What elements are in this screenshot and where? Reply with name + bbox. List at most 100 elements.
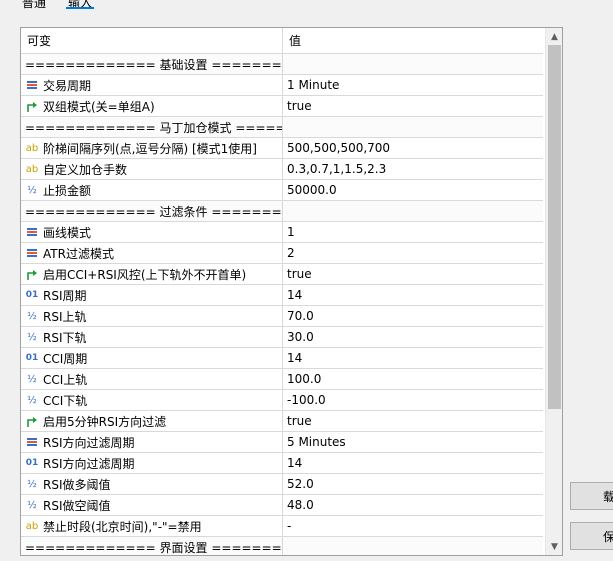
scroll-up-arrow-icon[interactable]: ▲ — [546, 28, 562, 45]
section-separator-row[interactable]: ============= 马丁加仓模式 =======... — [21, 117, 543, 138]
parameter-row[interactable]: ab 禁止时段(北京时间),"-"=禁用 - — [21, 516, 543, 537]
parameter-value-cell[interactable]: 14 — [282, 453, 543, 473]
parameter-name-cell[interactable]: ab 禁止时段(北京时间),"-"=禁用 — [21, 516, 282, 536]
parameter-value-cell[interactable]: true — [282, 96, 543, 116]
parameter-name: CCI周期 — [43, 351, 88, 366]
parameter-name-cell[interactable]: ============= 马丁加仓模式 =======... — [21, 117, 282, 137]
parameter-value-cell[interactable]: 52.0 — [282, 474, 543, 494]
parameter-row[interactable]: ATR过滤模式 2 — [21, 243, 543, 264]
parameter-row[interactable]: 双组模式(关=单组A) true — [21, 96, 543, 117]
parameter-name-cell[interactable]: ============= 界面设置 ==========... — [21, 537, 282, 555]
parameter-row[interactable]: 01 RSI周期 14 — [21, 285, 543, 306]
parameter-name-cell[interactable]: ½ RSI上轨 — [21, 306, 282, 326]
bool-arrow-icon — [25, 267, 39, 281]
parameter-name-cell[interactable]: ½ CCI下轨 — [21, 390, 282, 410]
tab-inputs[interactable]: 输入 — [68, 0, 92, 11]
parameter-value-cell[interactable]: 1 — [282, 222, 543, 242]
parameter-value-cell[interactable] — [282, 54, 543, 74]
half-icon: ½ — [27, 499, 37, 511]
parameter-value-cell[interactable]: 100.0 — [282, 369, 543, 389]
parameter-name: ============= 马丁加仓模式 =======... — [25, 120, 282, 135]
parameter-name: 阶梯间隔序列(点,逗号分隔) [模式1使用] — [43, 141, 257, 156]
parameter-value: true — [287, 414, 312, 428]
section-separator-row[interactable]: ============= 基础设置 ==========... — [21, 54, 543, 75]
half-icon: ½ — [27, 394, 37, 406]
parameter-value-cell[interactable] — [282, 117, 543, 137]
parameter-row[interactable]: ½ RSI做多阈值 52.0 — [21, 474, 543, 495]
parameter-value: 70.0 — [287, 309, 314, 323]
parameter-row[interactable]: RSI方向过滤周期 5 Minutes — [21, 432, 543, 453]
parameter-name-cell[interactable]: 画线模式 — [21, 222, 282, 242]
parameter-value-cell[interactable] — [282, 201, 543, 221]
scrollbar-thumb[interactable] — [548, 45, 561, 409]
parameter-name-cell[interactable]: ½ RSI做空阈值 — [21, 495, 282, 515]
parameter-value-cell[interactable]: 2 — [282, 243, 543, 263]
parameter-name-cell[interactable]: 01 RSI周期 — [21, 285, 282, 305]
parameter-name: RSI方向过滤周期 — [43, 456, 135, 471]
parameter-row[interactable]: ½ CCI下轨 -100.0 — [21, 390, 543, 411]
parameter-name-cell[interactable]: ½ RSI做多阈值 — [21, 474, 282, 494]
tab-common[interactable]: 普通 — [22, 0, 46, 11]
parameter-value-cell[interactable]: 14 — [282, 285, 543, 305]
parameter-row[interactable]: 启用CCI+RSI风控(上下轨外不开首单) true — [21, 264, 543, 285]
parameter-row[interactable]: 交易周期 1 Minute — [21, 75, 543, 96]
parameter-name-cell[interactable]: 双组模式(关=单组A) — [21, 96, 282, 116]
parameter-name-cell[interactable]: 交易周期 — [21, 75, 282, 95]
parameter-name-cell[interactable]: ½ CCI上轨 — [21, 369, 282, 389]
parameter-value-cell[interactable]: -100.0 — [282, 390, 543, 410]
parameter-value-cell[interactable]: 5 Minutes — [282, 432, 543, 452]
parameter-value-cell[interactable]: - — [282, 516, 543, 536]
parameter-name-cell[interactable]: 启用5分钟RSI方向过滤 — [21, 411, 282, 431]
section-separator-row[interactable]: ============= 界面设置 ==========... — [21, 537, 543, 555]
parameter-value: 1 — [287, 225, 295, 239]
parameter-name-cell[interactable]: 01 RSI方向过滤周期 — [21, 453, 282, 473]
parameter-value-cell[interactable]: 70.0 — [282, 306, 543, 326]
parameter-value-cell[interactable]: 0.3,0.7,1,1.5,2.3 — [282, 159, 543, 179]
parameter-value-cell[interactable] — [282, 537, 543, 555]
scroll-down-arrow-icon[interactable]: ▼ — [546, 538, 562, 555]
load-button[interactable]: 载 — [570, 482, 613, 510]
parameter-row[interactable]: ½ RSI下轨 30.0 — [21, 327, 543, 348]
parameter-value: 14 — [287, 351, 303, 365]
parameter-value-cell[interactable]: true — [282, 411, 543, 431]
parameter-name-cell[interactable]: RSI方向过滤周期 — [21, 432, 282, 452]
vertical-scrollbar[interactable]: ▲ ▼ — [545, 28, 562, 555]
parameter-name-cell[interactable]: ATR过滤模式 — [21, 243, 282, 263]
parameter-row[interactable]: ½ 止损金额 50000.0 — [21, 180, 543, 201]
parameter-value-cell[interactable]: 500,500,500,700 — [282, 138, 543, 158]
parameter-name: 画线模式 — [43, 225, 92, 240]
parameter-name: ============= 基础设置 ==========... — [25, 57, 282, 72]
parameter-row[interactable]: 画线模式 1 — [21, 222, 543, 243]
section-separator-row[interactable]: ============= 过滤条件 ==========... — [21, 201, 543, 222]
parameter-name-cell[interactable]: ½ RSI下轨 — [21, 327, 282, 347]
parameter-name-cell[interactable]: ab 自定义加仓手数 — [21, 159, 282, 179]
parameter-name-cell[interactable]: ½ 止损金额 — [21, 180, 282, 200]
ab-icon: ab — [25, 520, 39, 532]
parameter-value-cell[interactable]: 48.0 — [282, 495, 543, 515]
column-header-value[interactable]: 值 — [282, 28, 543, 53]
half-icon: ½ — [27, 478, 37, 490]
parameter-value-cell[interactable]: 1 Minute — [282, 75, 543, 95]
parameter-row[interactable]: ab 阶梯间隔序列(点,逗号分隔) [模式1使用] 500,500,500,700 — [21, 138, 543, 159]
parameter-value-cell[interactable]: 50000.0 — [282, 180, 543, 200]
parameter-row[interactable]: 启用5分钟RSI方向过滤 true — [21, 411, 543, 432]
save-button[interactable]: 保 — [570, 522, 613, 550]
parameter-row[interactable]: 01 CCI周期 14 — [21, 348, 543, 369]
parameter-name-cell[interactable]: ============= 基础设置 ==========... — [21, 54, 282, 74]
parameter-value-cell[interactable]: 30.0 — [282, 327, 543, 347]
parameter-row[interactable]: ½ RSI做空阈值 48.0 — [21, 495, 543, 516]
parameter-value: -100.0 — [287, 393, 326, 407]
parameter-value-cell[interactable]: 14 — [282, 348, 543, 368]
parameter-row[interactable]: ab 自定义加仓手数 0.3,0.7,1,1.5,2.3 — [21, 159, 543, 180]
parameter-row[interactable]: 01 RSI方向过滤周期 14 — [21, 453, 543, 474]
column-header-variable[interactable]: 可变 — [21, 28, 282, 53]
parameter-name-cell[interactable]: 启用CCI+RSI风控(上下轨外不开首单) — [21, 264, 282, 284]
parameter-name-cell[interactable]: ab 阶梯间隔序列(点,逗号分隔) [模式1使用] — [21, 138, 282, 158]
parameter-name-cell[interactable]: ============= 过滤条件 ==========... — [21, 201, 282, 221]
int-icon: 01 — [25, 353, 39, 363]
parameter-row[interactable]: ½ RSI上轨 70.0 — [21, 306, 543, 327]
parameter-value-cell[interactable]: true — [282, 264, 543, 284]
parameter-name: RSI周期 — [43, 288, 87, 303]
parameter-name-cell[interactable]: 01 CCI周期 — [21, 348, 282, 368]
parameter-row[interactable]: ½ CCI上轨 100.0 — [21, 369, 543, 390]
